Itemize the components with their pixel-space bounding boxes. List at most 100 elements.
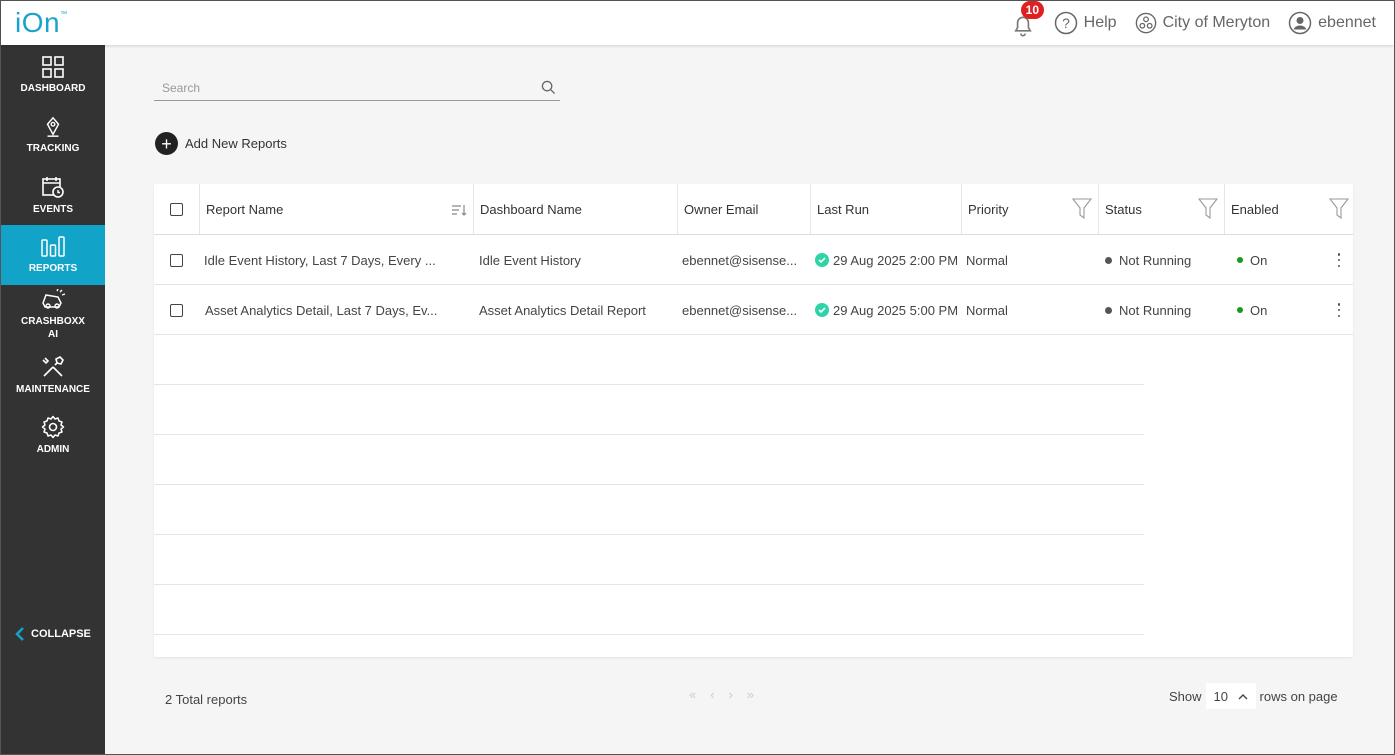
add-new-reports-label: Add New Reports: [185, 136, 287, 151]
org-selector[interactable]: City of Meryton: [1135, 12, 1270, 34]
rows-per-page-select[interactable]: 10: [1205, 683, 1256, 709]
column-header-report-name[interactable]: Report Name: [199, 184, 473, 234]
logo-text: iOn: [15, 7, 61, 38]
sidebar-item-crashboxx-ai[interactable]: CRASHBOXX AI: [1, 285, 105, 345]
map-pin-icon: [46, 116, 60, 137]
reports-table: Report Name Dashboard Name Owner Email L…: [154, 184, 1353, 657]
next-page-icon[interactable]: ›: [729, 687, 733, 702]
sidebar-item-label: DASHBOARD: [20, 82, 86, 94]
user-label: ebennet: [1318, 14, 1376, 31]
add-new-reports-button[interactable]: + Add New Reports: [155, 132, 287, 155]
row-checkbox[interactable]: [170, 303, 183, 317]
plus-icon: +: [155, 132, 178, 155]
owner-email-cell: ebennet@sisense...: [682, 252, 798, 268]
column-label: Owner Email: [684, 201, 759, 217]
row-more-icon[interactable]: [1337, 253, 1341, 267]
empty-row-divider: [154, 484, 1144, 485]
column-label: Status: [1105, 201, 1142, 217]
priority-cell: Normal: [966, 252, 1008, 268]
column-header-last-run[interactable]: Last Run: [810, 184, 961, 234]
table-row[interactable]: Asset Analytics Detail, Last 7 Days, Ev.…: [154, 285, 1353, 335]
dashboard-name-cell: Asset Analytics Detail Report: [479, 302, 646, 318]
empty-row-divider: [154, 634, 1144, 635]
report-name-cell[interactable]: Asset Analytics Detail, Last 7 Days, Ev.…: [205, 285, 467, 335]
sidebar-item-label: ADMIN: [36, 443, 70, 455]
collapse-label: COLLAPSE: [31, 628, 91, 640]
row-more-icon[interactable]: [1337, 303, 1341, 317]
column-label: Enabled: [1231, 201, 1279, 217]
enabled-cell: On: [1237, 285, 1297, 335]
table-header: Report Name Dashboard Name Owner Email L…: [154, 184, 1353, 235]
header-select-all-cell: [154, 184, 199, 234]
column-header-priority[interactable]: Priority: [961, 184, 1098, 234]
sidebar-item-admin[interactable]: ADMIN: [1, 405, 105, 465]
dashboard-icon: [42, 55, 64, 78]
empty-row-divider: [154, 384, 1144, 385]
row-select-cell: [154, 285, 199, 335]
filter-icon[interactable]: [1072, 198, 1092, 220]
sidebar-item-label: TRACKING: [26, 142, 80, 154]
column-header-enabled[interactable]: Enabled: [1224, 184, 1353, 234]
dashboard-name-cell: Idle Event History: [479, 252, 581, 268]
sidebar-item-label: REPORTS: [28, 262, 78, 274]
rows-per-page: Show 10 rows on page: [1169, 683, 1338, 709]
sidebar-item-maintenance[interactable]: MAINTENANCE: [1, 345, 105, 405]
select-all-checkbox[interactable]: [170, 202, 183, 216]
tools-icon: [42, 355, 64, 377]
filter-icon[interactable]: [1329, 198, 1349, 220]
total-reports-count: 2 Total reports: [165, 692, 248, 707]
status-cell: Not Running: [1105, 235, 1223, 285]
empty-row-divider: [154, 434, 1144, 435]
crash-car-icon: [42, 289, 66, 309]
prev-page-icon[interactable]: ‹: [710, 687, 714, 702]
sort-icon[interactable]: [451, 203, 467, 217]
column-header-owner-email[interactable]: Owner Email: [677, 184, 810, 234]
user-menu[interactable]: ebennet: [1288, 11, 1376, 35]
help-label: Help: [1083, 14, 1117, 31]
show-label: Show: [1169, 688, 1202, 704]
top-bar: iOn™ 10 ? Help City of Meryton ebennet: [1, 1, 1394, 45]
status-dot-icon: [1105, 306, 1112, 314]
status-value: Not Running: [1119, 252, 1192, 268]
last-page-icon[interactable]: »: [747, 687, 754, 702]
row-checkbox[interactable]: [170, 253, 183, 267]
owner-email-cell: ebennet@sisense...: [682, 302, 798, 318]
collapse-button[interactable]: COLLAPSE: [15, 627, 91, 641]
first-page-icon[interactable]: «: [689, 687, 696, 702]
success-check-icon: [815, 253, 829, 267]
sidebar-item-label-line2: AI: [48, 329, 58, 340]
row-select-cell: [154, 235, 199, 285]
last-run-cell: 29 Aug 2025 5:00 PM: [815, 285, 963, 335]
chevron-up-icon: [1238, 693, 1248, 699]
column-label: Last Run: [817, 201, 870, 217]
success-check-icon: [815, 303, 829, 317]
filter-icon[interactable]: [1198, 198, 1218, 220]
org-icon: [1135, 12, 1156, 34]
table-row[interactable]: Idle Event History, Last 7 Days, Every .…: [154, 235, 1353, 285]
search-icon[interactable]: [541, 80, 556, 95]
sidebar-item-label: CRASHBOXX: [21, 316, 85, 327]
sidebar-item-reports[interactable]: REPORTS: [1, 225, 105, 285]
column-header-dashboard-name[interactable]: Dashboard Name: [473, 184, 677, 234]
sidebar-item-events[interactable]: EVENTS: [1, 165, 105, 225]
search-bar: [154, 77, 560, 101]
enabled-value: On: [1250, 302, 1268, 318]
sidebar-item-tracking[interactable]: TRACKING: [1, 105, 105, 165]
notifications-button[interactable]: 10: [1010, 1, 1045, 37]
sidebar-item-dashboard[interactable]: DASHBOARD: [1, 45, 105, 105]
rows-per-page-value: 10: [1213, 688, 1228, 704]
help-icon: ?: [1054, 11, 1077, 35]
last-run-cell: 29 Aug 2025 2:00 PM: [815, 235, 963, 285]
chevron-left-icon: [15, 627, 24, 641]
logo-trademark: ™: [60, 11, 68, 18]
report-name-cell[interactable]: Idle Event History, Last 7 Days, Every .…: [204, 235, 466, 285]
sidebar-item-label: EVENTS: [32, 203, 73, 215]
enabled-dot-icon: [1237, 257, 1243, 263]
column-label: Dashboard Name: [480, 201, 582, 217]
calendar-clock-icon: [42, 176, 64, 198]
search-input[interactable]: [154, 77, 524, 99]
help-button[interactable]: ? Help: [1054, 11, 1117, 35]
ion-logo[interactable]: iOn™: [15, 7, 68, 39]
column-header-status[interactable]: Status: [1098, 184, 1224, 234]
priority-cell: Normal: [966, 302, 1008, 318]
